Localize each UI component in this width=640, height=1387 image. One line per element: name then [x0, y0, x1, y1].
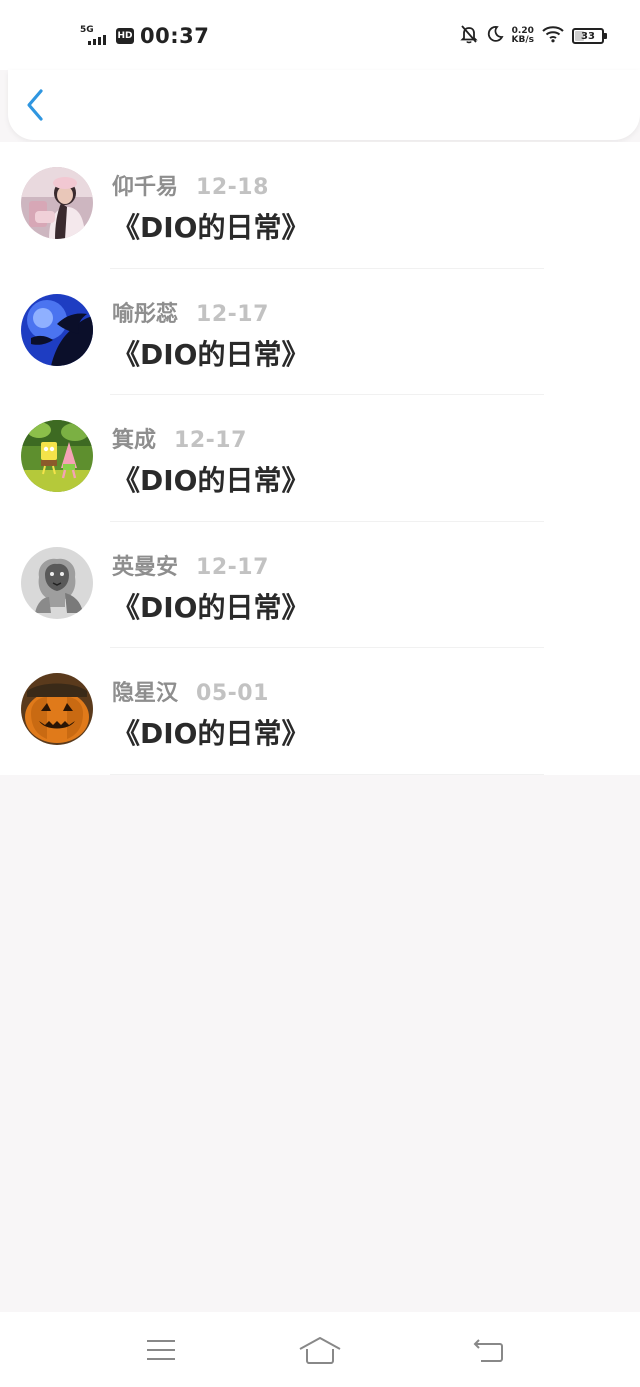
- item-title: 《DIO的日常》: [112, 717, 310, 750]
- author-name: 仰千易: [112, 175, 179, 200]
- item-meta: 仰千易 12-18: [112, 169, 269, 201]
- back-icon: [473, 1339, 503, 1362]
- bell-off-icon: [459, 24, 478, 48]
- post-date: 12-17: [196, 301, 269, 327]
- moon-icon: [486, 25, 504, 47]
- home-icon: [299, 1337, 341, 1364]
- item-meta: 英曼安 12-17: [112, 549, 269, 581]
- post-date: 12-17: [196, 554, 269, 580]
- hd-icon: HD: [116, 28, 134, 44]
- menu-icon: [147, 1340, 175, 1360]
- back-button[interactable]: [18, 86, 52, 124]
- status-right: 0.20 KB/s 33: [459, 22, 607, 50]
- item-title: 《DIO的日常》: [112, 464, 310, 497]
- status-left: 5G HD 00:37: [80, 22, 209, 50]
- list-item[interactable]: 隐星汉 05-01 《DIO的日常》: [0, 648, 640, 775]
- author-name: 英曼安: [112, 554, 179, 580]
- item-title: 《DIO的日常》: [112, 211, 310, 244]
- list-item[interactable]: 仰千易 12-18 《DIO的日常》: [0, 142, 640, 269]
- item-title: 《DIO的日常》: [112, 590, 310, 624]
- wifi-icon: [542, 25, 564, 47]
- reader-list: 仰千易 12-18 《DIO的日常》 喻彤蕊 12-17 《DIO的日常》 箕成…: [0, 142, 640, 775]
- battery-icon: 33: [572, 28, 607, 44]
- item-meta: 隐星汉 05-01: [112, 675, 269, 707]
- list-item[interactable]: 喻彤蕊 12-17 《DIO的日常》: [0, 269, 640, 395]
- network-speed: 0.20 KB/s: [512, 27, 534, 45]
- post-date: 05-01: [196, 681, 269, 706]
- author-name: 箕成: [112, 428, 157, 453]
- avatar[interactable]: [21, 420, 93, 492]
- post-date: 12-17: [174, 428, 247, 453]
- list-item[interactable]: 箕成 12-17 《DIO的日常》: [0, 395, 640, 522]
- speed-unit: KB/s: [511, 35, 534, 45]
- post-date: 12-18: [196, 175, 269, 200]
- signal-icon: 5G: [80, 25, 110, 47]
- menu-button[interactable]: [139, 1330, 183, 1370]
- avatar[interactable]: [21, 546, 93, 619]
- item-title: 《DIO的日常》: [112, 337, 310, 371]
- network-type: 5G: [80, 25, 94, 35]
- avatar[interactable]: [21, 673, 93, 745]
- battery-level: 33: [581, 30, 595, 42]
- list-item[interactable]: 英曼安 12-17 《DIO的日常》: [0, 522, 640, 648]
- author-name: 喻彤蕊: [112, 301, 179, 327]
- status-bar: 5G HD 00:37 0.20 KB/s 33: [0, 0, 640, 70]
- author-name: 隐星汉: [112, 681, 179, 706]
- back-nav-button[interactable]: [466, 1330, 510, 1370]
- item-meta: 喻彤蕊 12-17: [112, 296, 269, 328]
- clock: 00:37: [140, 24, 210, 48]
- home-button[interactable]: [298, 1330, 342, 1370]
- header-bar: [8, 70, 640, 140]
- system-nav-bar: [0, 1312, 640, 1387]
- divider: [110, 773, 544, 775]
- avatar[interactable]: [21, 293, 93, 366]
- chevron-left-icon: [27, 89, 43, 121]
- avatar[interactable]: [21, 167, 93, 239]
- item-meta: 箕成 12-17: [112, 422, 247, 454]
